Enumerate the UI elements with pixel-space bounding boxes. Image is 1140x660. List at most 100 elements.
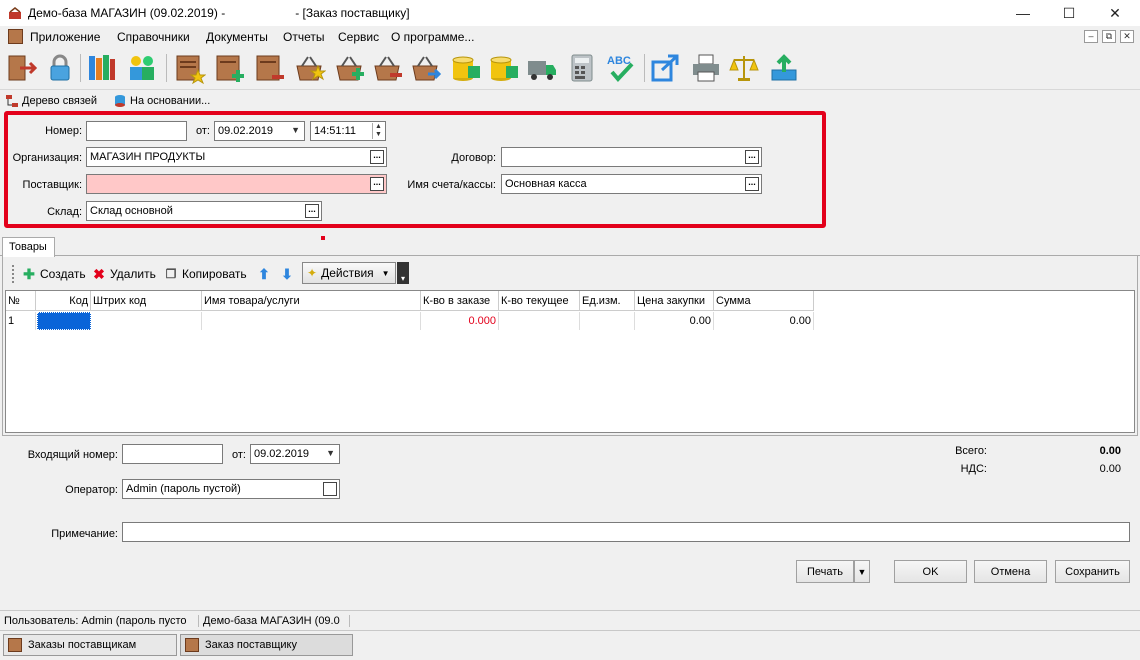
basket-star-icon[interactable] xyxy=(294,52,327,84)
cell-code[interactable] xyxy=(37,312,91,330)
print-label: Печать xyxy=(806,565,844,578)
print-dropdown-button[interactable]: ▼ xyxy=(854,560,870,583)
copy-icon: ❐ xyxy=(165,267,177,281)
scales-icon[interactable] xyxy=(728,52,760,84)
incoming-number-field[interactable] xyxy=(122,444,223,464)
cell-num[interactable]: 1 xyxy=(6,312,36,330)
actions-dropdown[interactable]: ✦ Действия ▼ xyxy=(302,262,396,284)
print-button[interactable]: Печать xyxy=(796,560,854,583)
export-icon[interactable] xyxy=(650,52,682,84)
contract-field[interactable]: ... xyxy=(501,147,762,167)
task-order[interactable]: Заказ поставщику xyxy=(180,634,353,656)
doc-add-icon[interactable] xyxy=(214,52,246,84)
delete-label: Удалить xyxy=(110,267,156,281)
incoming-date-field[interactable]: 09.02.2019 ▼ xyxy=(250,444,340,464)
chevron-down-icon[interactable]: ▼ xyxy=(326,448,335,458)
col-barcode[interactable]: Штрих код xyxy=(91,291,202,311)
truck-icon[interactable] xyxy=(526,52,558,84)
upload-icon[interactable] xyxy=(768,52,800,84)
org-field[interactable]: МАГАЗИН ПРОДУКТЫ ... xyxy=(86,147,387,167)
menu-references[interactable]: Справочники xyxy=(117,30,190,44)
books-icon[interactable] xyxy=(86,52,118,84)
note-field[interactable] xyxy=(122,522,1130,542)
warehouse-field[interactable]: Склад основной ... xyxy=(86,201,322,221)
org-select-button[interactable]: ... xyxy=(370,150,384,164)
time-field[interactable]: 14:51:11 ▲ ▼ xyxy=(310,121,386,141)
org-value: МАГАЗИН ПРОДУКТЫ xyxy=(90,151,206,163)
ok-button[interactable]: OK xyxy=(894,560,967,583)
note-label: Примечание: xyxy=(51,528,118,540)
menu-documents[interactable]: Документы xyxy=(206,30,268,44)
tab-goods[interactable]: Товары xyxy=(2,237,55,257)
coins-star-icon[interactable] xyxy=(450,52,482,84)
account-field[interactable]: Основная касса ... xyxy=(501,174,762,194)
goods-grid[interactable]: № Код Штрих код Имя товара/услуги К-во в… xyxy=(5,290,1135,433)
col-name[interactable]: Имя товара/услуги xyxy=(202,291,421,311)
cell-qty-current[interactable] xyxy=(499,312,580,330)
col-qty-order[interactable]: К-во в заказе xyxy=(421,291,499,311)
move-up-button[interactable]: ⬆ xyxy=(257,264,271,284)
maximize-button[interactable]: ☐ xyxy=(1046,0,1092,26)
supplier-select-button[interactable]: ... xyxy=(370,177,384,191)
cell-qty-order[interactable]: 0.000 xyxy=(421,312,499,330)
mdi-restore-button[interactable]: ⧉ xyxy=(1102,30,1116,43)
menu-reports[interactable]: Отчеты xyxy=(283,30,324,44)
based-on-link[interactable]: На основании... xyxy=(114,95,210,107)
cancel-button[interactable]: Отмена xyxy=(974,560,1047,583)
tree-link[interactable]: Дерево связей xyxy=(6,95,97,107)
status-user: Пользователь: Admin (пароль пусто xyxy=(4,615,199,627)
menu-service[interactable]: Сервис xyxy=(338,30,379,44)
coins-add-icon[interactable] xyxy=(488,52,520,84)
users-icon[interactable] xyxy=(126,52,158,84)
date-from-label: от: xyxy=(196,125,210,137)
warehouse-select-button[interactable]: ... xyxy=(305,204,319,218)
create-button[interactable]: ✚ Создать xyxy=(22,264,85,284)
doc-remove-icon[interactable] xyxy=(254,52,286,84)
cell-sum[interactable]: 0.00 xyxy=(714,312,814,330)
save-button[interactable]: Сохранить xyxy=(1055,560,1130,583)
col-code[interactable]: Код xyxy=(36,291,91,311)
spellcheck-icon[interactable]: ABC xyxy=(604,52,636,84)
col-qty-current[interactable]: К-во текущее xyxy=(499,291,580,311)
supplier-field[interactable]: ... xyxy=(86,174,387,194)
basket-remove-icon[interactable] xyxy=(372,52,404,84)
toolbar-overflow-button[interactable]: ▾ xyxy=(397,262,409,284)
doc-star-icon[interactable] xyxy=(174,52,207,85)
operator-select-button[interactable] xyxy=(323,482,337,496)
col-unit[interactable]: Ед.изм. xyxy=(580,291,635,311)
contract-select-button[interactable]: ... xyxy=(745,150,759,164)
menu-app[interactable]: Приложение xyxy=(30,30,100,44)
basket-move-icon[interactable] xyxy=(410,52,442,84)
task-orders-list[interactable]: Заказы поставщикам xyxy=(3,634,177,656)
supplier-label: Поставщик: xyxy=(22,179,82,191)
toolbar-separator xyxy=(644,54,645,82)
time-spinner[interactable]: ▲ ▼ xyxy=(372,123,384,139)
operator-field[interactable]: Admin (пароль пустой) xyxy=(122,479,340,499)
close-button[interactable]: ✕ xyxy=(1092,0,1138,26)
col-num[interactable]: № xyxy=(6,291,36,311)
cell-name[interactable] xyxy=(202,312,421,330)
number-field[interactable] xyxy=(86,121,187,141)
mdi-minimize-button[interactable]: ‒ xyxy=(1084,30,1098,43)
date-field[interactable]: 09.02.2019 ▼ xyxy=(214,121,305,141)
cell-price[interactable]: 0.00 xyxy=(635,312,714,330)
calculator-icon[interactable] xyxy=(566,52,598,84)
delete-button[interactable]: ✖ Удалить xyxy=(92,264,156,284)
account-select-button[interactable]: ... xyxy=(745,177,759,191)
status-db: Демо-база МАГАЗИН (09.0 xyxy=(203,615,350,627)
printer-icon[interactable] xyxy=(690,52,722,84)
menu-about[interactable]: О программе... xyxy=(391,30,474,44)
copy-button[interactable]: ❐ Копировать xyxy=(164,264,247,284)
exit-icon[interactable] xyxy=(6,52,38,84)
minimize-button[interactable]: — xyxy=(1000,0,1046,26)
chevron-down-icon[interactable]: ▼ xyxy=(291,125,300,135)
lock-icon[interactable] xyxy=(44,52,76,84)
cell-unit[interactable] xyxy=(580,312,635,330)
wand-icon: ✦ xyxy=(307,266,318,280)
basket-add-icon[interactable] xyxy=(334,52,366,84)
cell-barcode[interactable] xyxy=(91,312,202,330)
col-price[interactable]: Цена закупки xyxy=(635,291,714,311)
move-down-button[interactable]: ⬇ xyxy=(280,264,294,284)
col-sum[interactable]: Сумма xyxy=(714,291,814,311)
mdi-close-button[interactable]: ✕ xyxy=(1120,30,1134,43)
